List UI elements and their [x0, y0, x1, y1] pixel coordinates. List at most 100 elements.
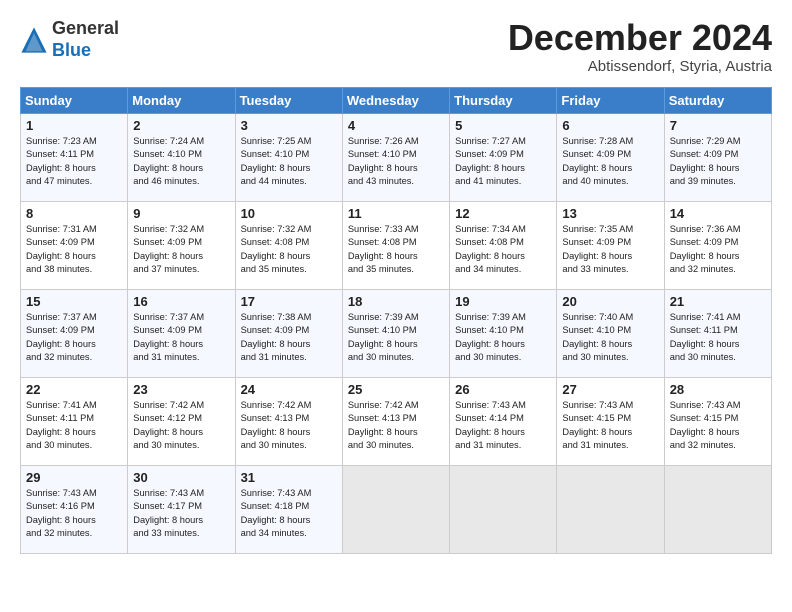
day-number: 4	[348, 118, 444, 133]
day-info: Sunrise: 7:37 AMSunset: 4:09 PMDaylight:…	[26, 311, 122, 365]
table-row: 21 Sunrise: 7:41 AMSunset: 4:11 PMDayligh…	[664, 289, 771, 377]
table-row: 26 Sunrise: 7:43 AMSunset: 4:14 PMDayligh…	[450, 377, 557, 465]
day-info: Sunrise: 7:35 AMSunset: 4:09 PMDaylight:…	[562, 223, 658, 277]
logo-icon	[20, 26, 48, 54]
month-title: December 2024	[508, 18, 772, 58]
day-number: 29	[26, 470, 122, 485]
table-row: 25 Sunrise: 7:42 AMSunset: 4:13 PMDayligh…	[342, 377, 449, 465]
day-info: Sunrise: 7:24 AMSunset: 4:10 PMDaylight:…	[133, 135, 229, 189]
day-info: Sunrise: 7:29 AMSunset: 4:09 PMDaylight:…	[670, 135, 766, 189]
table-row: 14Sunrise: 7:36 AMSunset: 4:09 PMDayligh…	[664, 201, 771, 289]
table-row: 2Sunrise: 7:24 AMSunset: 4:10 PMDaylight…	[128, 113, 235, 201]
table-row: 24 Sunrise: 7:42 AMSunset: 4:13 PMDayligh…	[235, 377, 342, 465]
day-info: Sunrise: 7:26 AMSunset: 4:10 PMDaylight:…	[348, 135, 444, 189]
table-row: 22 Sunrise: 7:41 AMSunset: 4:11 PMDayligh…	[21, 377, 128, 465]
day-number: 8	[26, 206, 122, 221]
day-number: 15	[26, 294, 122, 309]
col-monday: Monday	[128, 87, 235, 113]
day-number: 1	[26, 118, 122, 133]
day-info: Sunrise: 7:32 AMSunset: 4:09 PMDaylight:…	[133, 223, 229, 277]
day-number: 13	[562, 206, 658, 221]
header: General Blue December 2024 Abtissendorf,…	[20, 18, 772, 75]
table-row: 16 Sunrise: 7:37 AMSunset: 4:09 PMDayligh…	[128, 289, 235, 377]
table-row: 12 Sunrise: 7:34 AMSunset: 4:08 PMDayligh…	[450, 201, 557, 289]
day-number: 10	[241, 206, 337, 221]
day-number: 3	[241, 118, 337, 133]
calendar-row: 22 Sunrise: 7:41 AMSunset: 4:11 PMDayligh…	[21, 377, 772, 465]
table-row: 19 Sunrise: 7:39 AMSunset: 4:10 PMDayligh…	[450, 289, 557, 377]
day-info: Sunrise: 7:42 AMSunset: 4:13 PMDaylight:…	[348, 399, 444, 453]
day-number: 16	[133, 294, 229, 309]
day-info: Sunrise: 7:40 AMSunset: 4:10 PMDaylight:…	[562, 311, 658, 365]
table-row: 13 Sunrise: 7:35 AMSunset: 4:09 PMDayligh…	[557, 201, 664, 289]
table-row	[342, 465, 449, 553]
calendar-row: 8 Sunrise: 7:31 AMSunset: 4:09 PMDaylight…	[21, 201, 772, 289]
table-row: 29 Sunrise: 7:43 AMSunset: 4:16 PMDayligh…	[21, 465, 128, 553]
table-row: 23Sunrise: 7:42 AMSunset: 4:12 PMDayligh…	[128, 377, 235, 465]
day-info: Sunrise: 7:39 AMSunset: 4:10 PMDaylight:…	[348, 311, 444, 365]
table-row	[450, 465, 557, 553]
day-info: Sunrise: 7:27 AMSunset: 4:09 PMDaylight:…	[455, 135, 551, 189]
day-info: Sunrise: 7:37 AMSunset: 4:09 PMDaylight:…	[133, 311, 229, 365]
table-row: 15 Sunrise: 7:37 AMSunset: 4:09 PMDayligh…	[21, 289, 128, 377]
day-info: Sunrise: 7:41 AMSunset: 4:11 PMDaylight:…	[26, 399, 122, 453]
day-number: 27	[562, 382, 658, 397]
table-row: 4 Sunrise: 7:26 AMSunset: 4:10 PMDaylight…	[342, 113, 449, 201]
day-info: Sunrise: 7:39 AMSunset: 4:10 PMDaylight:…	[455, 311, 551, 365]
day-number: 22	[26, 382, 122, 397]
day-info: Sunrise: 7:43 AMSunset: 4:14 PMDaylight:…	[455, 399, 551, 453]
table-row: 7 Sunrise: 7:29 AMSunset: 4:09 PMDaylight…	[664, 113, 771, 201]
day-info: Sunrise: 7:42 AMSunset: 4:13 PMDaylight:…	[241, 399, 337, 453]
col-sunday: Sunday	[21, 87, 128, 113]
col-tuesday: Tuesday	[235, 87, 342, 113]
day-number: 28	[670, 382, 766, 397]
table-row: 11 Sunrise: 7:33 AMSunset: 4:08 PMDayligh…	[342, 201, 449, 289]
day-number: 25	[348, 382, 444, 397]
day-number: 14	[670, 206, 766, 221]
header-row: Sunday Monday Tuesday Wednesday Thursday…	[21, 87, 772, 113]
logo: General Blue	[20, 18, 119, 61]
day-number: 20	[562, 294, 658, 309]
day-info: Sunrise: 7:33 AMSunset: 4:08 PMDaylight:…	[348, 223, 444, 277]
day-info: Sunrise: 7:42 AMSunset: 4:12 PMDaylight:…	[133, 399, 229, 453]
day-number: 24	[241, 382, 337, 397]
table-row	[664, 465, 771, 553]
col-wednesday: Wednesday	[342, 87, 449, 113]
day-info: Sunrise: 7:38 AMSunset: 4:09 PMDaylight:…	[241, 311, 337, 365]
table-row: 20 Sunrise: 7:40 AMSunset: 4:10 PMDayligh…	[557, 289, 664, 377]
table-row: 6Sunrise: 7:28 AMSunset: 4:09 PMDaylight…	[557, 113, 664, 201]
location-subtitle: Abtissendorf, Styria, Austria	[508, 58, 772, 75]
logo-blue: Blue	[52, 40, 91, 60]
day-info: Sunrise: 7:32 AMSunset: 4:08 PMDaylight:…	[241, 223, 337, 277]
table-row: 27 Sunrise: 7:43 AMSunset: 4:15 PMDayligh…	[557, 377, 664, 465]
day-info: Sunrise: 7:25 AMSunset: 4:10 PMDaylight:…	[241, 135, 337, 189]
day-info: Sunrise: 7:34 AMSunset: 4:08 PMDaylight:…	[455, 223, 551, 277]
day-info: Sunrise: 7:31 AMSunset: 4:09 PMDaylight:…	[26, 223, 122, 277]
day-info: Sunrise: 7:43 AMSunset: 4:18 PMDaylight:…	[241, 487, 337, 541]
day-info: Sunrise: 7:23 AMSunset: 4:11 PMDaylight:…	[26, 135, 122, 189]
col-saturday: Saturday	[664, 87, 771, 113]
day-number: 7	[670, 118, 766, 133]
day-number: 18	[348, 294, 444, 309]
table-row: 10 Sunrise: 7:32 AMSunset: 4:08 PMDayligh…	[235, 201, 342, 289]
table-row: 3 Sunrise: 7:25 AMSunset: 4:10 PMDaylight…	[235, 113, 342, 201]
table-row: 31Sunrise: 7:43 AMSunset: 4:18 PMDayligh…	[235, 465, 342, 553]
calendar-row: 15 Sunrise: 7:37 AMSunset: 4:09 PMDayligh…	[21, 289, 772, 377]
day-info: Sunrise: 7:43 AMSunset: 4:15 PMDaylight:…	[562, 399, 658, 453]
table-row: 9 Sunrise: 7:32 AMSunset: 4:09 PMDaylight…	[128, 201, 235, 289]
table-row: 30Sunrise: 7:43 AMSunset: 4:17 PMDayligh…	[128, 465, 235, 553]
day-number: 26	[455, 382, 551, 397]
day-number: 5	[455, 118, 551, 133]
day-info: Sunrise: 7:43 AMSunset: 4:16 PMDaylight:…	[26, 487, 122, 541]
day-number: 9	[133, 206, 229, 221]
table-row: 18 Sunrise: 7:39 AMSunset: 4:10 PMDayligh…	[342, 289, 449, 377]
logo-text: General Blue	[52, 18, 119, 61]
table-row: 8 Sunrise: 7:31 AMSunset: 4:09 PMDaylight…	[21, 201, 128, 289]
table-row	[557, 465, 664, 553]
calendar-row: 29 Sunrise: 7:43 AMSunset: 4:16 PMDayligh…	[21, 465, 772, 553]
day-info: Sunrise: 7:41 AMSunset: 4:11 PMDaylight:…	[670, 311, 766, 365]
day-number: 19	[455, 294, 551, 309]
day-number: 11	[348, 206, 444, 221]
day-number: 21	[670, 294, 766, 309]
day-number: 12	[455, 206, 551, 221]
